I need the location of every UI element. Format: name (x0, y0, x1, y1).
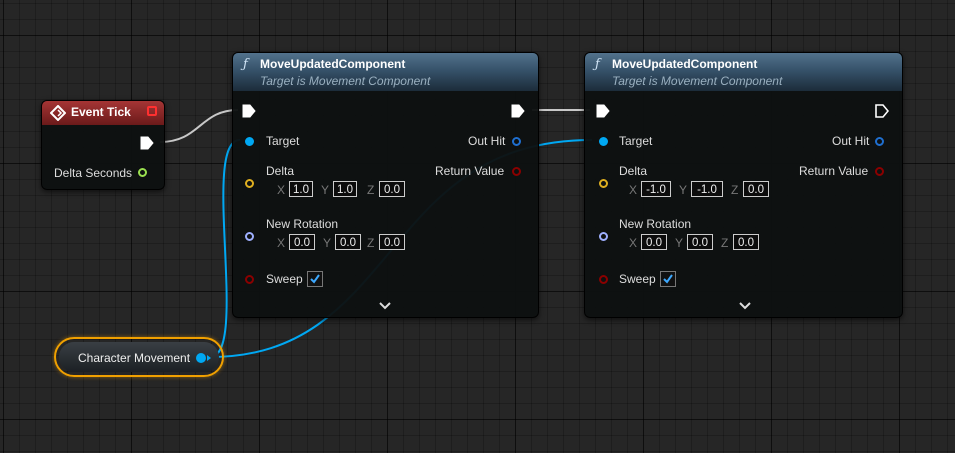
axis-z-label: Z (731, 183, 739, 197)
function-header: ƒ MoveUpdatedComponent Target is Movemen… (233, 53, 538, 91)
function-title: MoveUpdatedComponent (612, 57, 758, 71)
move-updated-component-node-2[interactable]: ƒ MoveUpdatedComponent Target is Movemen… (584, 52, 903, 318)
function-subtitle: Target is Movement Component (612, 74, 783, 88)
function-title: MoveUpdatedComponent (260, 57, 406, 71)
return-value-label: Return Value (435, 164, 505, 178)
axis-y-label: Y (679, 183, 688, 197)
rotation-x-field[interactable]: 0.0 (289, 234, 315, 250)
pin-arrow-icon (207, 355, 211, 361)
variable-node-body: Character Movement (59, 342, 219, 372)
event-tick-title: Event Tick (71, 105, 131, 119)
delta-pin[interactable] (245, 179, 254, 188)
function-icon: ƒ (595, 57, 600, 72)
new-rotation-pin[interactable] (245, 232, 254, 241)
event-diamond-icon (50, 105, 66, 121)
axis-z-label: Z (367, 183, 375, 197)
return-value-pin[interactable] (875, 167, 884, 176)
out-hit-label: Out Hit (468, 134, 506, 148)
new-rotation-pin[interactable] (599, 232, 608, 241)
sweep-checkbox[interactable] (307, 271, 323, 287)
character-movement-output-pin[interactable] (196, 353, 206, 363)
blueprint-graph-canvas[interactable]: Event Tick Delta Seconds ƒ MoveUpdatedCo… (0, 0, 955, 453)
checkmark-icon (310, 274, 320, 284)
axis-z-label: Z (721, 236, 729, 250)
exec-out-pin-unconnected[interactable] (875, 104, 889, 118)
return-value-pin[interactable] (512, 167, 521, 176)
sweep-checkbox[interactable] (660, 271, 676, 287)
axis-x-label: X (277, 183, 286, 197)
rotation-y-field[interactable]: 0.0 (687, 234, 713, 250)
rotation-z-field[interactable]: 0.0 (733, 234, 759, 250)
chevron-down-icon[interactable] (379, 301, 391, 311)
exec-wire-tick-to-move1 (159, 109, 239, 143)
sweep-label: Sweep (266, 272, 303, 286)
axis-y-label: Y (675, 236, 684, 250)
target-label: Target (619, 134, 653, 148)
return-value-label: Return Value (799, 164, 869, 178)
delta-x-field[interactable]: 1.0 (289, 181, 313, 197)
delta-label: Delta (266, 164, 295, 178)
delta-y-field[interactable]: -1.0 (691, 181, 723, 197)
axis-z-label: Z (367, 236, 375, 250)
event-tick-node[interactable]: Event Tick Delta Seconds (41, 100, 165, 190)
chevron-down-icon[interactable] (739, 301, 751, 311)
axis-y-label: Y (323, 236, 332, 250)
out-hit-pin[interactable] (875, 137, 884, 146)
delta-x-field[interactable]: -1.0 (641, 181, 671, 197)
sweep-label: Sweep (619, 272, 656, 286)
function-icon: ƒ (243, 57, 248, 72)
target-pin[interactable] (245, 137, 254, 146)
out-hit-label: Out Hit (832, 134, 870, 148)
axis-x-label: X (277, 236, 286, 250)
delta-label: Delta (619, 164, 648, 178)
delta-z-field[interactable]: 0.0 (743, 181, 769, 197)
function-subtitle: Target is Movement Component (260, 74, 431, 88)
axis-y-label: Y (321, 183, 330, 197)
rotation-x-field[interactable]: 0.0 (641, 234, 667, 250)
sweep-pin[interactable] (245, 275, 254, 284)
delta-seconds-pin[interactable] (138, 168, 147, 177)
delegate-pin-icon[interactable] (147, 106, 157, 116)
rotation-y-field[interactable]: 0.0 (335, 234, 361, 250)
target-pin[interactable] (599, 137, 608, 146)
character-movement-label: Character Movement (78, 351, 191, 365)
target-label: Target (266, 134, 300, 148)
axis-x-label: X (629, 183, 638, 197)
exec-out-pin[interactable] (140, 136, 154, 150)
axis-x-label: X (629, 236, 638, 250)
function-header: ƒ MoveUpdatedComponent Target is Movemen… (585, 53, 902, 91)
character-movement-variable-node[interactable]: Character Movement (54, 337, 224, 377)
move-updated-component-node-1[interactable]: ƒ MoveUpdatedComponent Target is Movemen… (232, 52, 539, 318)
new-rotation-label: New Rotation (266, 217, 339, 231)
delta-seconds-label: Delta Seconds (54, 166, 133, 180)
exec-in-pin[interactable] (596, 104, 610, 118)
delta-pin[interactable] (599, 179, 608, 188)
event-tick-header: Event Tick (42, 101, 164, 125)
exec-in-pin[interactable] (242, 104, 256, 118)
out-hit-pin[interactable] (512, 137, 521, 146)
delta-y-field[interactable]: 1.0 (333, 181, 357, 197)
checkmark-icon (663, 274, 673, 284)
sweep-pin[interactable] (599, 275, 608, 284)
rotation-z-field[interactable]: 0.0 (379, 234, 405, 250)
delta-z-field[interactable]: 0.0 (379, 181, 405, 197)
exec-out-pin[interactable] (511, 104, 525, 118)
new-rotation-label: New Rotation (619, 217, 692, 231)
